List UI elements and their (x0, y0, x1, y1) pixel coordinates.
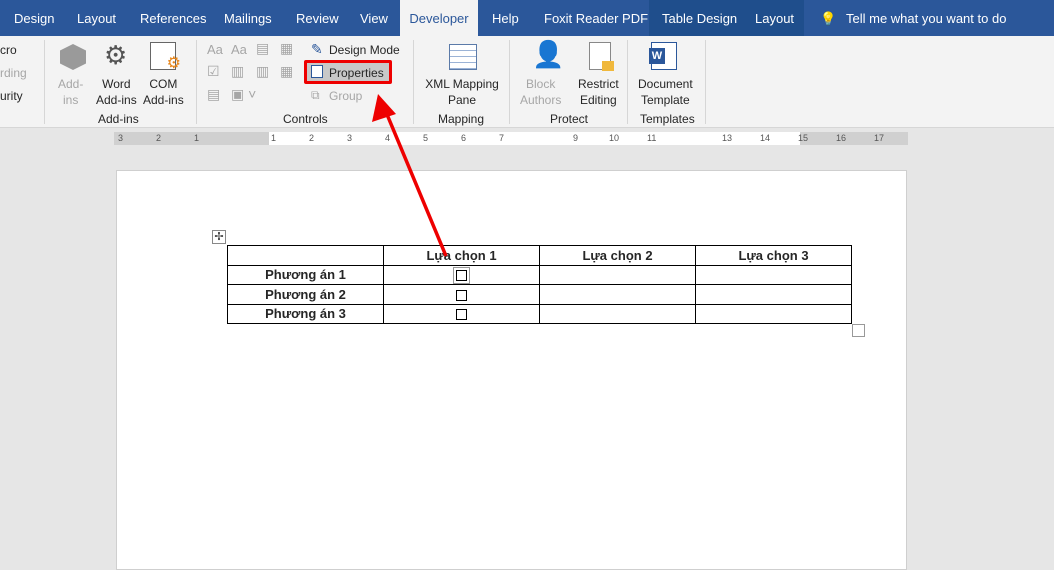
annotation-arrow (372, 94, 448, 257)
